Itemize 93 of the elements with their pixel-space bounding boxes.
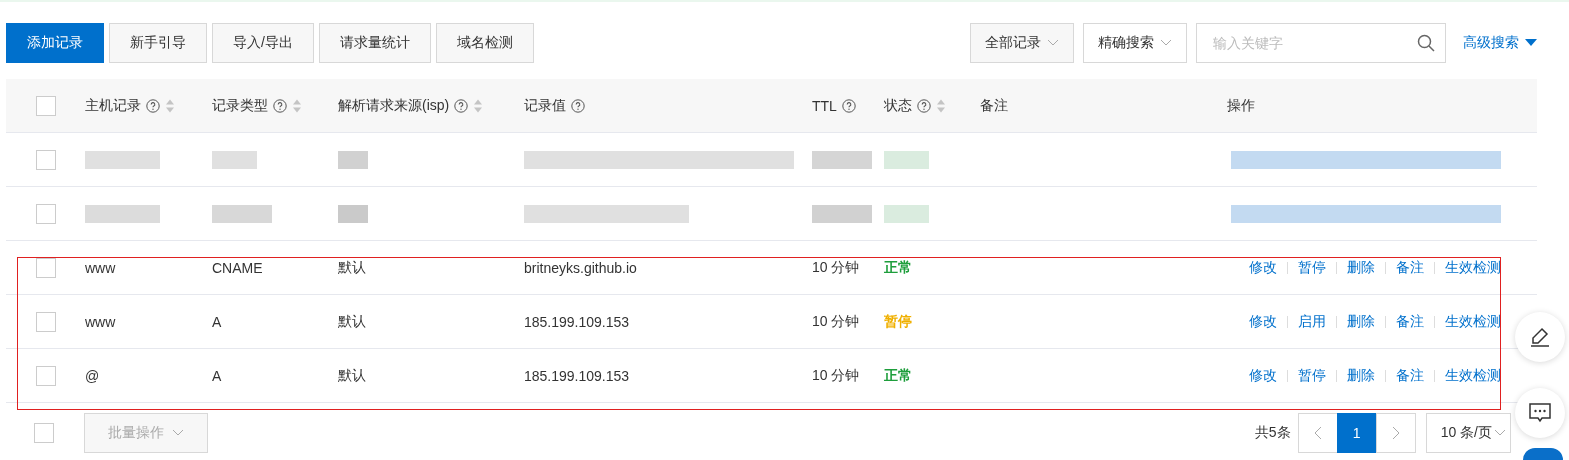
blurred-cell (884, 150, 929, 169)
row-checkbox[interactable] (35, 149, 56, 170)
action-link[interactable]: 生效检测 (1445, 258, 1501, 277)
chevron-icon (1494, 429, 1506, 437)
status-text: 正常 (884, 258, 912, 277)
column-header: 解析请求来源(isp) (338, 96, 450, 115)
action-link[interactable]: 删除 (1347, 366, 1375, 385)
row-checkbox[interactable] (35, 203, 56, 224)
edit-button[interactable] (1515, 312, 1565, 362)
ttl-cell-text: 10 分钟 (812, 366, 861, 385)
dropdown-triangle-icon (1525, 39, 1537, 47)
column-header: 记录类型 (212, 96, 268, 115)
search-field[interactable]: 输入关键字 (1196, 23, 1446, 63)
status-text: 暂停 (884, 312, 912, 331)
action-link[interactable]: 备注 (1396, 366, 1424, 385)
toolbar-button[interactable]: 域名检测 (435, 23, 534, 63)
action-link[interactable]: 生效检测 (1445, 366, 1501, 385)
isp-cell-text: 默认 (338, 366, 367, 385)
action-link[interactable]: 修改 (1249, 366, 1277, 385)
help-icon (454, 98, 469, 113)
add-record-button[interactable]: 添加记录 (6, 23, 104, 63)
status-text: 正常 (884, 366, 912, 385)
isp-cell-text: 默认 (338, 312, 367, 331)
action-link[interactable]: 生效检测 (1445, 312, 1501, 331)
sort-icon[interactable] (292, 97, 302, 114)
page-size-dropdown[interactable]: 10 条/页 (1425, 413, 1511, 453)
sort-icon[interactable] (473, 97, 484, 114)
search-icon[interactable] (1417, 34, 1435, 52)
select-all-checkbox[interactable] (34, 423, 54, 443)
blurred-cell (212, 150, 257, 169)
column-header: 备注 (980, 96, 1008, 115)
chevron-icon (1160, 39, 1172, 47)
toolbar-button[interactable]: 导入/导出 (212, 23, 314, 63)
toolbar-button[interactable]: 新手引导 (109, 23, 207, 63)
total-count: 共5条 (1254, 424, 1291, 442)
action-link[interactable]: 备注 (1396, 258, 1424, 277)
help-icon (917, 98, 931, 113)
blurred-cell (812, 204, 872, 223)
column-header: 状态 (884, 96, 912, 115)
action-link[interactable]: 删除 (1347, 312, 1375, 331)
row-checkbox[interactable] (35, 365, 56, 386)
pencil-icon (1528, 325, 1552, 349)
blurred-cell (338, 204, 368, 223)
host-cell-text: @ (85, 367, 101, 384)
previous-page-button[interactable] (1297, 413, 1338, 453)
filter-dropdown[interactable]: 全部记录 (970, 23, 1074, 63)
chevron-icon (1047, 39, 1059, 47)
search-mode-dropdown[interactable]: 精确搜索 (1083, 23, 1187, 63)
advanced-search-link[interactable]: 高级搜索 (1463, 34, 1537, 52)
blurred-cell (338, 150, 368, 169)
row-checkbox[interactable] (35, 257, 56, 278)
chevron-icon (172, 429, 184, 437)
action-link[interactable]: 修改 (1249, 312, 1277, 331)
blurred-cell (212, 204, 272, 223)
action-link[interactable]: 暂停 (1298, 258, 1326, 277)
column-header: 操作 (1227, 96, 1255, 115)
value-cell-text: britneyks.github.io (524, 259, 638, 276)
value-cell-text: 185.199.109.153 (524, 367, 631, 384)
blurred-cell (884, 204, 929, 223)
column-header: TTL (812, 97, 837, 114)
ttl-cell-text: 10 分钟 (812, 312, 861, 331)
action-link[interactable]: 备注 (1396, 312, 1424, 331)
action-link[interactable]: 启用 (1298, 312, 1326, 331)
sort-icon[interactable] (936, 97, 946, 114)
type-cell-text: A (212, 313, 223, 330)
help-icon (841, 98, 856, 113)
isp-cell-text: 默认 (338, 258, 367, 277)
row-checkbox[interactable] (35, 311, 56, 332)
host-cell-text: www (85, 259, 117, 276)
blurred-cell (812, 150, 872, 169)
action-link[interactable]: 暂停 (1298, 366, 1326, 385)
chevron-right-icon (1391, 426, 1400, 440)
page-button[interactable]: 1 (1336, 413, 1377, 453)
type-cell-text: A (212, 367, 223, 384)
column-header: 主机记录 (85, 96, 141, 115)
sort-icon[interactable] (165, 97, 175, 114)
help-float-button[interactable] (1523, 448, 1563, 460)
help-icon (571, 98, 585, 113)
feedback-button[interactable] (1515, 388, 1565, 438)
chevron-left-icon (1313, 426, 1322, 440)
next-page-button[interactable] (1375, 413, 1416, 453)
host-cell-text: www (85, 313, 117, 330)
ttl-cell-text: 10 分钟 (812, 258, 861, 277)
help-icon (273, 98, 287, 113)
help-icon (146, 98, 160, 113)
select-all-checkbox[interactable] (35, 95, 56, 116)
value-cell-text: 185.199.109.153 (524, 313, 631, 330)
action-link[interactable]: 删除 (1347, 258, 1375, 277)
type-cell-text: CNAME (212, 259, 264, 276)
action-link[interactable]: 修改 (1249, 258, 1277, 277)
column-header: 记录值 (524, 96, 566, 115)
toolbar-button[interactable]: 请求量统计 (318, 23, 431, 63)
chat-icon (1528, 402, 1552, 424)
